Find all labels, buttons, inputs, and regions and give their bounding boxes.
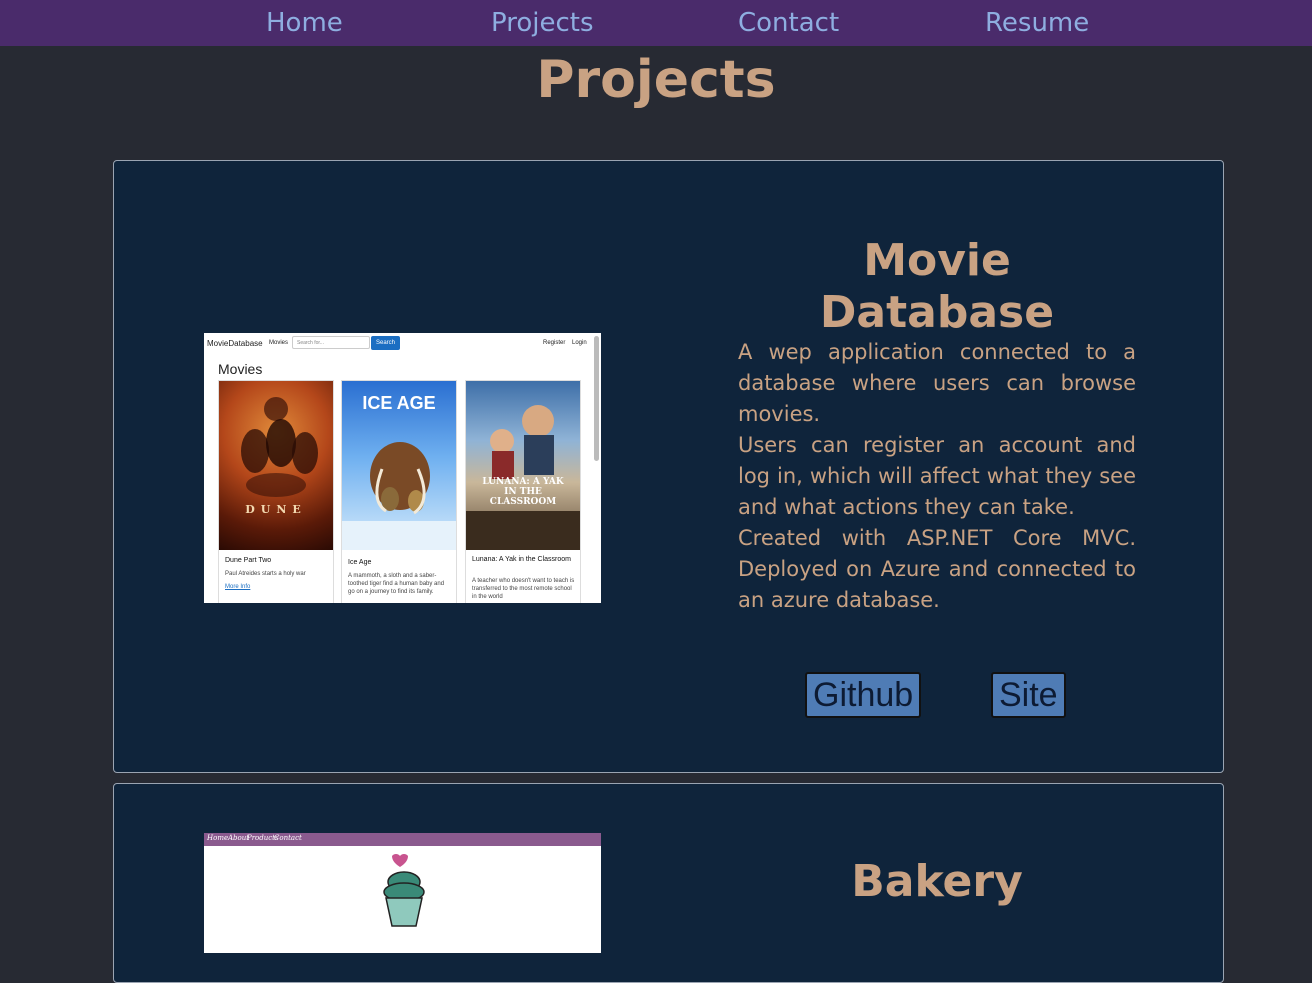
nav-link-contact[interactable]: Contact [738,6,839,40]
mock-movie-name: Lunana: A Yak in the Classroom [472,556,571,563]
mock-bakery-nav-link: Home [207,834,229,842]
mock-movie-description: A teacher who doesn't want to teach is t… [472,578,575,600]
mock-register-link: Register [543,340,566,346]
cupcake-icon [383,854,425,927]
mock-scrollbar [594,336,599,461]
poster-title: ICE AGE [362,393,436,413]
project-description-line: Created with ASP.NET Core MVC. Deployed … [738,526,1136,612]
nav-link-projects[interactable]: Projects [491,6,594,40]
mock-movie-name: Ice Age [348,559,372,566]
mock-movies-link: Movies [269,340,289,346]
top-navbar: Home Projects Contact Resume [0,0,1312,46]
project-card-bakery: Home About Products Contact Bakery [113,783,1224,983]
mock-heading: Movies [218,361,263,377]
mock-search-button: Search [371,336,400,350]
project-screenshot: Home About Products Contact [204,833,601,953]
mock-login-link: Login [572,340,587,346]
poster-image: LUNANA: A YAK IN THE CLASSROOM [466,381,580,550]
poster-figures [241,397,318,497]
nav-link-resume[interactable]: Resume [985,6,1089,40]
mock-movie-card: LUNANA: A YAK IN THE CLASSROOM Lunana: A… [465,380,581,603]
mock-brand: MovieDatabase [207,339,263,348]
site-button[interactable]: Site [991,672,1066,718]
poster-figures [466,405,580,550]
nav-link-home[interactable]: Home [266,6,343,40]
mock-movie-description: Paul Atreides starts a holy war [225,571,306,577]
mock-movie-name: Dune Part Two [225,557,272,564]
poster-title: DUNE [245,503,307,516]
poster-image: DUNE [219,381,333,550]
mock-more-info-link: More Info [225,584,251,590]
project-screenshot: MovieDatabase Movies Search for... Searc… [204,333,601,603]
project-description-line: Users can register an account and log in… [738,433,1136,519]
mock-search-input: Search for... [292,336,370,349]
poster-title: LUNANA: A YAK IN THE CLASSROOM [482,477,564,507]
project-description-line: A wep application connected to a databas… [738,340,1136,426]
mock-bakery-nav-link: About [228,834,250,842]
page-title: Projects [536,50,776,110]
project-card-movie-database: MovieDatabase Movies Search for... Searc… [113,160,1224,773]
poster-image: ICE AGE [342,381,456,550]
github-button[interactable]: Github [805,672,922,718]
project-title: Bakery [851,856,1023,907]
mock-movie-card: ICE AGE Ice Age A mammoth, a sloth and a… [341,380,457,603]
mock-bakery-navbar: Home About Products Contact [204,833,601,846]
project-description: A wep application connected to a databas… [738,337,1136,616]
mock-navbar: MovieDatabase Movies Search for... Searc… [204,333,601,353]
project-title: Movie Database [819,235,1055,338]
mock-movie-description: A mammoth, a sloth and a saber-toothed t… [348,573,445,595]
mock-movie-card: DUNE Dune Part Two Paul Atreides starts … [218,380,334,603]
mock-bakery-nav-link: Contact [274,834,302,842]
